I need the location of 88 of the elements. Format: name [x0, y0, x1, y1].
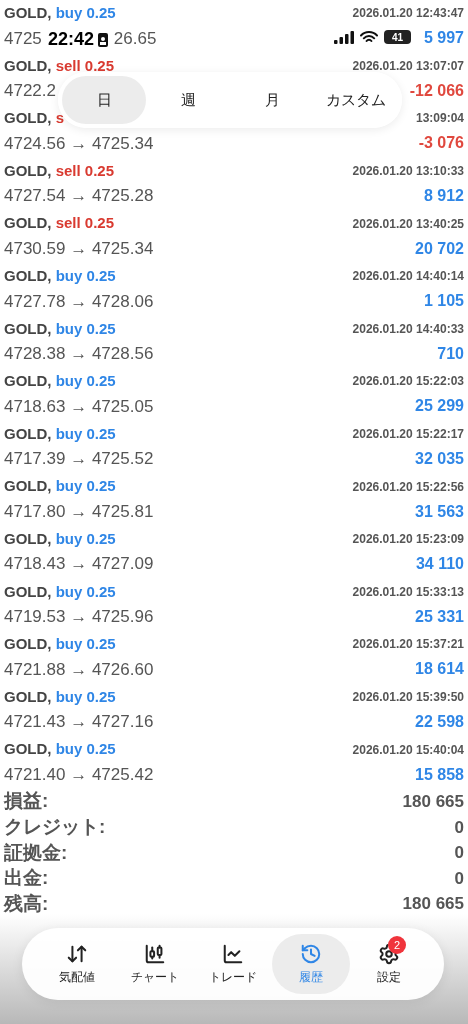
- trade-price: 4727.54 → 4725.28: [4, 185, 154, 208]
- summary-label: 証拠金:: [4, 840, 68, 865]
- trade-symbol: GOLD, buy 0.25: [4, 371, 116, 392]
- trade-time: 2026.01.20 13:07:07: [352, 57, 464, 75]
- trade-profit: 18 614: [415, 659, 464, 680]
- settings-icon: [378, 942, 400, 965]
- trade-symbol: GOLD, buy 0.25: [4, 3, 116, 24]
- tab-bar-item[interactable]: 設定 2: [350, 934, 428, 994]
- trade-profit: 32 035: [415, 449, 464, 470]
- trade-time: 2026.01.20 14:40:14: [352, 268, 464, 286]
- trade-profit: -12 066: [409, 80, 464, 101]
- trade-time: 2026.01.20 13:40:25: [352, 215, 464, 233]
- trade-profit: 20 702: [415, 238, 464, 259]
- trade-profit: 31 563: [415, 501, 464, 522]
- summary-label: 残高:: [4, 891, 49, 916]
- trade-time: 2026.01.20 15:22:56: [352, 478, 464, 496]
- trade-symbol: GOLD, sell 0.25: [4, 55, 115, 76]
- trade-price: 4730.59 → 4725.34: [4, 237, 154, 260]
- trade-symbol: GOLD, buy 0.25: [4, 686, 116, 707]
- trade-symbol: GOLD, buy 0.25: [4, 423, 116, 444]
- summary-value: 180 665: [402, 790, 464, 813]
- trade-price: 4727.78 → 4728.06: [4, 290, 154, 313]
- summary-label: 損益:: [4, 789, 49, 814]
- summary-label: クレジット:: [4, 815, 106, 840]
- trade-price: 4728.38 → 4728.56: [4, 343, 154, 366]
- trade-price: 4724.56 → 4725.34: [4, 132, 154, 155]
- tab-bar-item[interactable]: トレード: [194, 934, 272, 994]
- trade-profit: 5 997: [423, 28, 464, 49]
- trade-symbol: GOLD, buy 0.25: [4, 318, 116, 339]
- trade-time: 2026.01.20 15:22:17: [352, 426, 464, 444]
- trade-price: 4719.53 → 4725.96: [4, 606, 154, 629]
- candlestick-icon: [144, 942, 166, 965]
- trade-price: 4721.43 → 4727.16: [4, 711, 154, 734]
- period-tab[interactable]: 週: [146, 76, 230, 124]
- trade-profit: 25 299: [415, 396, 464, 417]
- trade-profit: 710: [437, 343, 464, 364]
- trade-symbol: GOLD, buy 0.25: [4, 266, 116, 286]
- trade-time: 2026.01.20 14:40:33: [352, 320, 464, 338]
- trade-price: 4721.40 → 4725.42: [4, 763, 154, 786]
- trade-profit: 34 110: [415, 554, 464, 575]
- summary-value: 0: [454, 816, 464, 839]
- trade-time: 2026.01.20 15:40:04: [352, 741, 464, 759]
- trade-time: 2026.01.20 15:33:13: [352, 583, 464, 601]
- trade-symbol: GOLD, buy 0.25: [4, 476, 116, 497]
- trade-time: 2026.01.20 15:39:50: [352, 689, 464, 706]
- signal-icon: [334, 30, 354, 44]
- trade-profit: 15 858: [415, 764, 464, 785]
- summary-value: 0: [454, 842, 464, 865]
- trade-time: 13:09:04: [415, 110, 464, 128]
- wifi-icon: [360, 30, 378, 44]
- trade-profit: 8 912: [423, 186, 464, 207]
- trade-symbol: GOLD, buy 0.25: [4, 529, 116, 549]
- trade-price: 4718.63 → 4725.05: [4, 395, 154, 418]
- trade-profit: 22 598: [415, 712, 464, 732]
- summary-value: 180 665: [402, 893, 464, 916]
- trade-time: 2026.01.20 15:23:09: [352, 531, 464, 549]
- tab-bar-item[interactable]: チャート: [116, 934, 194, 994]
- trade-symbol: GOLD, sell 0.25: [4, 160, 115, 181]
- status-time: 22:42: [48, 28, 95, 51]
- trade-time: 2026.01.20 12:43:47: [352, 5, 464, 23]
- trade-time: 2026.01.20 15:22:03: [352, 373, 464, 391]
- trade-price: 4717.80 → 4725.81: [4, 500, 154, 523]
- trade-time: 2026.01.20 13:10:33: [352, 163, 464, 181]
- trade-price: 4717.39 → 4725.52: [4, 448, 154, 471]
- trade-symbol: GOLD, buy 0.25: [4, 634, 116, 655]
- trade-price: 26.65: [113, 27, 157, 50]
- trade-price: 4718.43 → 4727.09: [4, 553, 154, 576]
- trade-profit: 1 105: [423, 291, 464, 312]
- trade-time: 2026.01.20 15:37:21: [352, 636, 464, 654]
- trade-symbol: GOLD, buy 0.25: [4, 581, 116, 602]
- trade-symbol: GOLD, s: [4, 108, 64, 129]
- trade-price: 4722.2: [4, 80, 56, 103]
- summary-value: 0: [454, 867, 464, 890]
- period-tab[interactable]: 月: [230, 76, 314, 124]
- badge-icon: [98, 32, 109, 47]
- line-chart-icon: [222, 942, 244, 965]
- summary-label: 出金:: [4, 866, 49, 891]
- trade-symbol: GOLD, sell 0.25: [4, 213, 115, 234]
- trade-price: 4725: [4, 27, 42, 50]
- trade-profit: 25 331: [415, 606, 464, 627]
- tab-bar-item[interactable]: 気配値: [38, 934, 116, 994]
- notification-badge: 2: [388, 936, 406, 954]
- trade-symbol: GOLD, buy 0.25: [4, 739, 116, 760]
- period-tab[interactable]: カスタム: [314, 76, 398, 124]
- battery-indicator: 41: [384, 30, 411, 44]
- trade-profit: -3 076: [418, 133, 464, 154]
- history-icon: [300, 942, 322, 965]
- trade-price: 4721.88 → 4726.60: [4, 658, 154, 681]
